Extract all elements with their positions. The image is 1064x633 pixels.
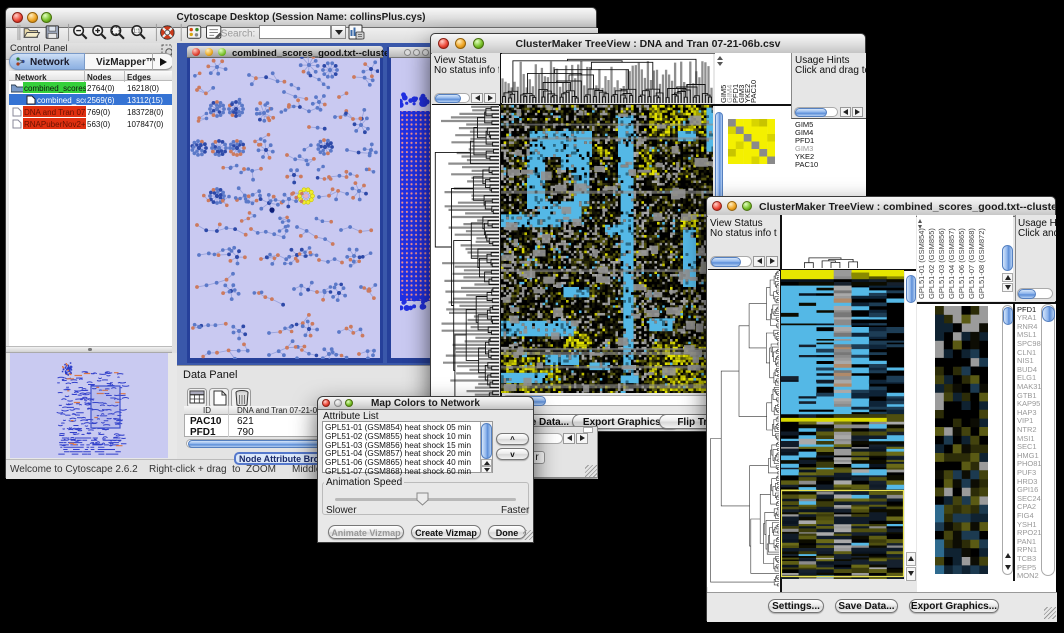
svg-text:Search:: Search: bbox=[221, 28, 256, 39]
svg-text:1:1: 1:1 bbox=[133, 29, 140, 35]
